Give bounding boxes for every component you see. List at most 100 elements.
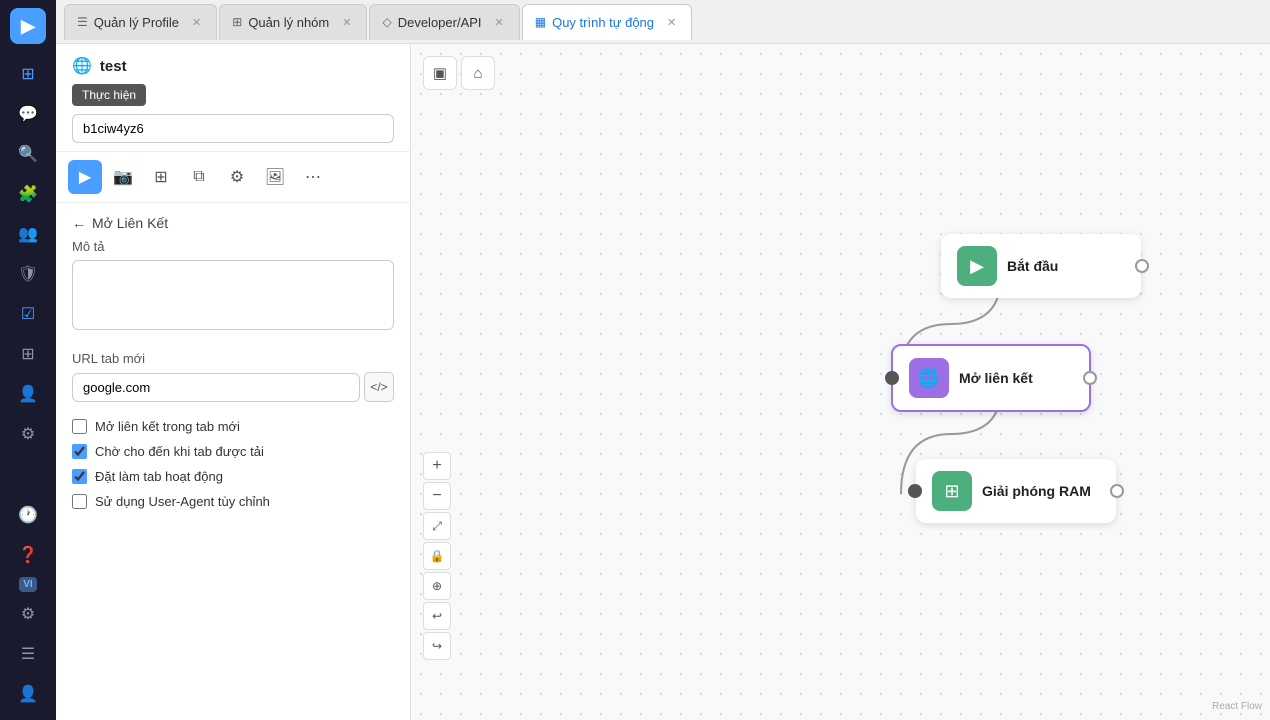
profile-row: 🌐 test	[72, 56, 394, 76]
sidebar-icon-users[interactable]: 👥	[10, 216, 46, 252]
checkbox-user-agent: Sử dụng User-Agent tùy chỉnh	[72, 489, 394, 514]
redo-btn[interactable]: ↪	[423, 632, 451, 660]
sidebar-icon-clock[interactable]: 🕐	[10, 497, 46, 533]
toolbar-settings-btn[interactable]: ⚙	[220, 160, 254, 194]
checkbox-mo-lien-ket: Mở liên kết trong tab mới	[72, 414, 394, 439]
checkbox-dat-lam-tab-input[interactable]	[72, 469, 87, 484]
checkbox-dat-lam-tab-label[interactable]: Đặt làm tab hoạt động	[95, 469, 223, 484]
node-bat-dau-icon: ▶	[957, 246, 997, 286]
undo-btn[interactable]: ↩	[423, 602, 451, 630]
profile-select[interactable]: b1ciw4yz6	[72, 114, 394, 143]
tab-close-nhom[interactable]: ✕	[339, 15, 354, 30]
toolbar-layers-btn[interactable]: ⧉	[182, 160, 216, 194]
sidebar-icon-list-check[interactable]: ☑	[10, 296, 46, 332]
left-panel-toolbar: ▶ 📷 ⊞ ⧉ ⚙ 🖼 ⋯	[56, 152, 410, 203]
node-giai-phong-ram-label: Giải phóng RAM	[982, 483, 1091, 499]
checkbox-user-agent-input[interactable]	[72, 494, 87, 509]
flow-connections	[411, 44, 1270, 720]
node-mo-lien-ket-label: Mở liên kết	[959, 370, 1033, 386]
zoom-in-btn[interactable]: +	[423, 452, 451, 480]
sidebar-icon-user-group[interactable]: 👤	[10, 376, 46, 412]
sidebar-bottom: 🕐 ❓ VI ⚙ ☰ 👤	[10, 497, 46, 712]
node-bat-dau-label: Bắt đầu	[1007, 258, 1058, 274]
node-giai-phong-ram-icon: ⊞	[932, 471, 972, 511]
left-panel: 🌐 test Thực hiện b1ciw4yz6 ▶ 📷 ⊞ ⧉ ⚙ 🖼 ⋯	[56, 44, 411, 720]
tab-close-quy-trinh[interactable]: ✕	[664, 15, 679, 30]
tab-quy-trinh[interactable]: ▦ Quy trình tự động ✕	[522, 4, 693, 40]
checkbox-mo-lien-ket-input[interactable]	[72, 419, 87, 434]
toolbar-table-btn[interactable]: ⊞	[144, 160, 178, 194]
tab-bar: ☰ Quản lý Profile ✕ ⊞ Quản lý nhóm ✕ ◇ D…	[56, 0, 1270, 44]
profile-select-row: b1ciw4yz6	[72, 114, 394, 143]
expand-btn[interactable]: ⊕	[423, 572, 451, 600]
checkbox-cho-den: Chờ cho đến khi tab được tải	[72, 439, 394, 464]
canvas-sidebar-toggle-btn[interactable]: ▣	[423, 56, 457, 90]
tab-close-profile[interactable]: ✕	[189, 15, 204, 30]
fit-view-btn[interactable]: ⤢	[423, 512, 451, 540]
form-area: Mô tả URL tab mới </> Mở liên kết trong …	[56, 239, 410, 530]
panel-header: 🌐 test Thực hiện b1ciw4yz6	[56, 44, 410, 152]
node-bat-dau-connector-right[interactable]	[1135, 259, 1149, 273]
sidebar-icon-gear[interactable]: ⚙	[10, 596, 46, 632]
node-mo-lien-ket-connector-right[interactable]	[1083, 371, 1097, 385]
toolbar-play-btn[interactable]: ▶	[68, 160, 102, 194]
sidebar-icon-chat[interactable]: 💬	[10, 96, 46, 132]
main-area: ☰ Quản lý Profile ✕ ⊞ Quản lý nhóm ✕ ◇ D…	[56, 0, 1270, 720]
vi-badge: VI	[19, 577, 36, 592]
node-bat-dau[interactable]: ▶ Bắt đầu	[941, 234, 1141, 298]
node-mo-lien-ket[interactable]: 🌐 Mở liên kết	[891, 344, 1091, 412]
toolbar-more-btn[interactable]: ⋯	[296, 160, 330, 194]
lock-btn[interactable]: 🔒	[423, 542, 451, 570]
tab-icon-profile: ☰	[77, 15, 88, 29]
node-mo-lien-ket-icon: 🌐	[909, 358, 949, 398]
sidebar-icon-apps[interactable]: ⊞	[10, 336, 46, 372]
zoom-out-btn[interactable]: −	[423, 482, 451, 510]
url-tab-label: URL tab mới	[72, 351, 394, 366]
tab-close-api[interactable]: ✕	[492, 15, 507, 30]
back-label: Mở Liên Kết	[92, 215, 168, 231]
node-giai-phong-ram[interactable]: ⊞ Giải phóng RAM	[916, 459, 1116, 523]
tab-quan-ly-profile[interactable]: ☰ Quản lý Profile ✕	[64, 4, 217, 40]
canvas-home-btn[interactable]: ⌂	[461, 56, 495, 90]
url-code-btn[interactable]: </>	[364, 372, 394, 402]
checkbox-cho-den-label[interactable]: Chờ cho đến khi tab được tải	[95, 444, 264, 459]
canvas-toolbar: ▣ ⌂	[423, 56, 495, 90]
sidebar-icon-search[interactable]: 🔍	[10, 136, 46, 172]
profile-globe-icon: 🌐	[72, 56, 92, 76]
sidebar-icon-help[interactable]: ❓	[10, 537, 46, 573]
sidebar: ▶ ⊞ 💬 🔍 🧩 👥 🛡 ☑ ⊞ 👤 ⚙ 🕐 ❓ VI ⚙ ☰ 👤	[0, 0, 56, 720]
node-giai-phong-ram-connector-right[interactable]	[1110, 484, 1124, 498]
back-arrow-icon: ←	[72, 215, 86, 231]
checkbox-mo-lien-ket-label[interactable]: Mở liên kết trong tab mới	[95, 419, 240, 434]
checkboxes-group: Mở liên kết trong tab mới Chờ cho đến kh…	[72, 414, 394, 514]
content-area: 🌐 test Thực hiện b1ciw4yz6 ▶ 📷 ⊞ ⧉ ⚙ 🖼 ⋯	[56, 44, 1270, 720]
tab-icon-quy-trinh: ▦	[535, 15, 546, 29]
tab-quan-ly-nhom[interactable]: ⊞ Quản lý nhóm ✕	[219, 4, 367, 40]
description-textarea[interactable]	[72, 260, 394, 330]
checkbox-user-agent-label[interactable]: Sử dụng User-Agent tùy chỉnh	[95, 494, 270, 509]
app-logo[interactable]: ▶	[10, 8, 46, 44]
react-flow-watermark: React Flow	[1212, 701, 1262, 712]
tab-icon-api: ◇	[382, 15, 391, 29]
url-row: </>	[72, 372, 394, 402]
tab-developer-api[interactable]: ◇ Developer/API ✕	[369, 4, 519, 40]
toolbar-image-btn[interactable]: 🖼	[258, 160, 292, 194]
url-input[interactable]	[72, 373, 360, 402]
toolbar-camera-btn[interactable]: 📷	[106, 160, 140, 194]
checkbox-dat-lam-tab: Đặt làm tab hoạt động	[72, 464, 394, 489]
sidebar-icon-menu[interactable]: ☰	[10, 636, 46, 672]
tab-icon-nhom: ⊞	[232, 15, 242, 29]
node-mo-lien-ket-connector-left[interactable]	[885, 371, 899, 385]
flow-canvas[interactable]: ▣ ⌂ ▶ Bắt đầu 🌐 Mở liên kết	[411, 44, 1270, 720]
sidebar-icon-avatar[interactable]: 👤	[10, 676, 46, 712]
back-row[interactable]: ← Mở Liên Kết	[56, 203, 410, 239]
sidebar-icon-shield[interactable]: 🛡	[10, 256, 46, 292]
sidebar-icon-extension[interactable]: 🧩	[10, 176, 46, 212]
description-label: Mô tả	[72, 239, 394, 254]
sidebar-icon-grid[interactable]: ⊞	[10, 56, 46, 92]
sidebar-icon-settings2[interactable]: ⚙	[10, 416, 46, 452]
checkbox-cho-den-input[interactable]	[72, 444, 87, 459]
profile-name: test	[100, 58, 127, 75]
node-giai-phong-ram-connector-left[interactable]	[908, 484, 922, 498]
zoom-controls: + − ⤢ 🔒 ⊕ ↩ ↪	[423, 452, 451, 660]
